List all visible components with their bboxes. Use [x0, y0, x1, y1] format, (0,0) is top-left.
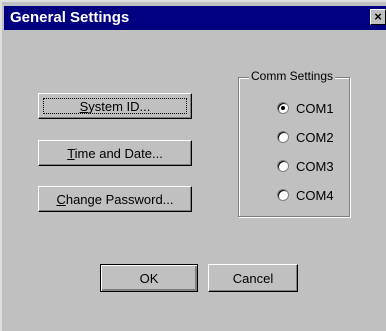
- close-icon: ×: [374, 9, 382, 24]
- ok-button-label: OK: [139, 270, 159, 286]
- close-button[interactable]: ×: [370, 9, 386, 25]
- time-and-date-button[interactable]: Time and Date...: [38, 140, 192, 166]
- comm-settings-group: Comm Settings COM1 COM2 COM3 COM4: [238, 69, 350, 217]
- radio-button-icon[interactable]: [277, 102, 289, 114]
- comm-settings-title: Comm Settings: [249, 69, 336, 83]
- radio-com2[interactable]: COM2: [277, 129, 334, 145]
- cancel-button[interactable]: Cancel: [208, 264, 298, 292]
- radio-com4[interactable]: COM4: [277, 187, 334, 203]
- radio-selected-dot: [281, 106, 285, 110]
- change-password-button[interactable]: Change Password...: [38, 186, 192, 212]
- radio-button-icon[interactable]: [277, 131, 289, 143]
- radio-com1-label: COM1: [296, 100, 334, 116]
- ok-button[interactable]: OK: [100, 264, 198, 292]
- radio-com2-label: COM2: [296, 129, 334, 145]
- title-bar[interactable]: General Settings ×: [4, 6, 386, 30]
- radio-button-icon[interactable]: [277, 160, 289, 172]
- radio-com3-label: COM3: [296, 158, 334, 174]
- system-id-button-label: System ID...: [79, 98, 151, 114]
- time-and-date-button-label: Time and Date...: [67, 145, 163, 161]
- radio-com1[interactable]: COM1: [277, 100, 334, 116]
- general-settings-dialog: General Settings × System ID... Time and…: [0, 0, 386, 331]
- change-password-button-label: Change Password...: [56, 191, 174, 207]
- radio-com4-label: COM4: [296, 187, 334, 203]
- cancel-button-label: Cancel: [232, 270, 274, 286]
- radio-button-icon[interactable]: [277, 189, 289, 201]
- system-id-button[interactable]: System ID...: [38, 93, 192, 119]
- radio-com3[interactable]: COM3: [277, 158, 334, 174]
- dialog-title: General Settings: [10, 9, 130, 26]
